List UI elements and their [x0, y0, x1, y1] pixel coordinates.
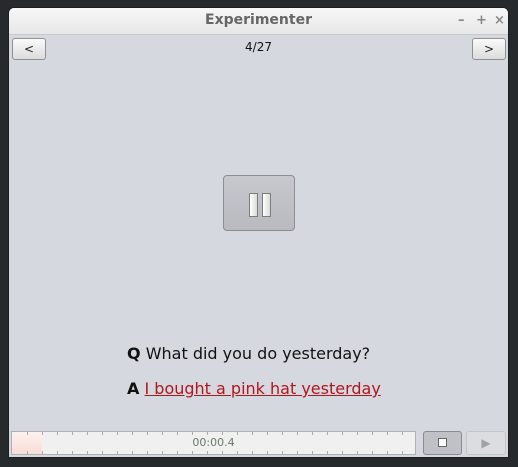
timeline-tick [177, 432, 178, 435]
timeline-tick [102, 432, 103, 435]
maximize-button[interactable]: + [476, 13, 487, 28]
timeline-tick [222, 432, 223, 435]
timeline-tick [132, 432, 133, 435]
timeline-tick [102, 451, 103, 454]
timeline-tick [177, 451, 178, 454]
timeline-tick [402, 451, 403, 454]
question-label: Q [127, 344, 141, 363]
timeline-tick [387, 451, 388, 454]
stop-button[interactable] [423, 431, 462, 455]
timeline-tick [372, 451, 373, 454]
timeline-tick [327, 432, 328, 435]
timeline-tick [132, 451, 133, 454]
timeline-tick [297, 451, 298, 454]
timeline-tick [87, 432, 88, 435]
timeline-tick [327, 451, 328, 454]
timeline-tick [222, 451, 223, 454]
timeline-tick [117, 432, 118, 435]
timeline-tick [357, 451, 358, 454]
timeline-tick [57, 451, 58, 454]
timeline-tick [192, 432, 193, 435]
timeline-tick [402, 432, 403, 435]
play-icon: ▶ [481, 436, 491, 450]
timeline-tick [192, 451, 193, 454]
timeline-tick [267, 432, 268, 435]
timeline-tick [27, 451, 28, 454]
timeline-tick [252, 451, 253, 454]
timeline-tick [57, 432, 58, 435]
timeline-tick [162, 451, 163, 454]
stop-icon [438, 438, 447, 447]
timeline-tick [342, 432, 343, 435]
experimenter-window: Experimenter – + × < 4/27 > Q What did y… [9, 8, 508, 457]
question-text: What did you do yesterday? [145, 344, 371, 363]
timeline-tick [162, 432, 163, 435]
close-button[interactable]: × [494, 13, 505, 28]
timeline-tick [207, 432, 208, 435]
timeline-tick [207, 451, 208, 454]
answer-label: A [127, 379, 140, 398]
timeline-tick [117, 451, 118, 454]
title-bar[interactable]: Experimenter – + × [9, 8, 508, 35]
progress-timeline[interactable]: 00:00.4 [11, 431, 416, 455]
timeline-tick [87, 451, 88, 454]
window-title: Experimenter [205, 12, 312, 28]
timeline-tick [237, 451, 238, 454]
timeline-tick [72, 451, 73, 454]
answer-line: A I bought a pink hat yesterday [127, 379, 381, 398]
timeline-tick [297, 432, 298, 435]
timeline-tick [72, 432, 73, 435]
time-readout: 00:00.4 [192, 436, 235, 449]
question-line: Q What did you do yesterday? [127, 344, 370, 363]
timeline-tick [372, 432, 373, 435]
timeline-tick [27, 432, 28, 435]
pause-button[interactable] [223, 175, 295, 231]
timeline-tick [267, 451, 268, 454]
answer-link[interactable]: I bought a pink hat yesterday [144, 379, 380, 398]
timeline-tick [42, 451, 43, 454]
timeline-tick [42, 432, 43, 435]
play-button[interactable]: ▶ [466, 431, 506, 455]
timeline-tick [282, 451, 283, 454]
timeline-tick [237, 432, 238, 435]
timeline-tick [312, 432, 313, 435]
timeline-tick [387, 432, 388, 435]
page-indicator: 4/27 [245, 40, 272, 54]
timeline-tick [252, 432, 253, 435]
timeline-tick [312, 451, 313, 454]
next-button[interactable]: > [472, 38, 506, 60]
timeline-tick [282, 432, 283, 435]
timeline-tick [357, 432, 358, 435]
timeline-tick [147, 432, 148, 435]
minimize-button[interactable]: – [458, 13, 465, 28]
timeline-tick [147, 451, 148, 454]
timeline-tick [342, 451, 343, 454]
